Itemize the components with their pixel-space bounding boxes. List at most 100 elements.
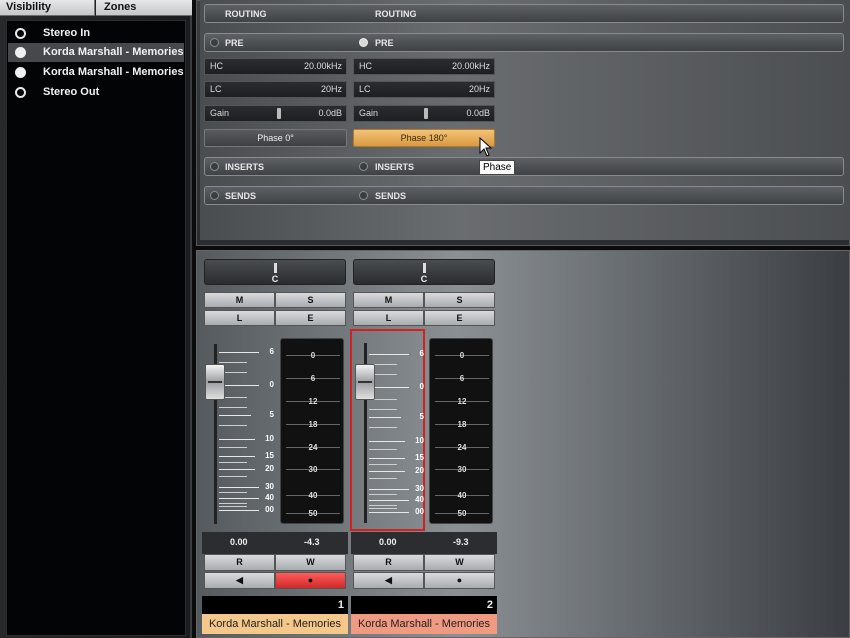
sends-bar[interactable]: SENDS SENDS: [204, 186, 844, 205]
visibility-item-stereo-in[interactable]: Stereo In: [8, 24, 184, 43]
meter-scale-label: 50: [308, 509, 318, 518]
fader-minor-tick: [369, 427, 397, 428]
fader-scale-tick: [219, 385, 259, 386]
tab-zones[interactable]: Zones: [96, 0, 192, 16]
fader-scale-label: 15: [415, 453, 424, 462]
pre-led-icon-1[interactable]: [210, 38, 219, 47]
channel-strip-2: C M S L E 6 0 5 10 15 20 30 40 00 0 6 12 18 24 30 40 50…: [350, 254, 497, 638]
gain-knob-icon[interactable]: [277, 108, 281, 119]
fader-minor-tick: [219, 425, 247, 426]
fader-scale-label: 40: [415, 495, 424, 504]
fader-scale-label: 0: [419, 382, 424, 391]
meter-scale-label: 0: [459, 351, 465, 360]
write-button[interactable]: W: [275, 554, 346, 571]
meter-scale-label: 0: [310, 351, 316, 360]
inserts-bar[interactable]: INSERTS INSERTS: [204, 157, 844, 176]
visibility-item-channel-1[interactable]: Korda Marshall - Memories: [8, 43, 184, 62]
channel-number: 2: [351, 596, 497, 614]
listen-button[interactable]: L: [204, 310, 275, 326]
fader-minor-tick: [369, 449, 397, 450]
fader-value[interactable]: 0.00: [230, 537, 248, 547]
pre-label-1: PRE: [225, 38, 244, 48]
fader-scale-tick: [369, 458, 405, 459]
pan-control[interactable]: C: [353, 259, 495, 285]
fader-scale-tick: [219, 415, 251, 416]
sends-led-icon-1[interactable]: [210, 191, 219, 200]
fader-minor-tick: [219, 447, 247, 448]
mute-button[interactable]: M: [204, 292, 275, 308]
pre-bar[interactable]: PRE PRE: [204, 33, 844, 52]
write-button[interactable]: W: [424, 554, 495, 571]
record-icon: ●: [307, 575, 314, 585]
meter-value[interactable]: -9.3: [453, 537, 469, 547]
volume-fader[interactable]: 6 0 5 10 15 20 30 40 00: [350, 329, 425, 531]
fader-scale-tick: [219, 352, 259, 353]
monitor-button[interactable]: ◀: [204, 572, 275, 589]
edit-button[interactable]: E: [424, 310, 495, 326]
read-button[interactable]: R: [353, 554, 424, 571]
pan-value: C: [420, 274, 428, 284]
sends-led-icon-2[interactable]: [359, 191, 368, 200]
lc-field-2[interactable]: LC 20Hz: [353, 81, 495, 98]
edit-button[interactable]: E: [275, 310, 346, 326]
lc-label: LC: [210, 84, 222, 94]
channel-name[interactable]: Korda Marshall - Memories: [202, 614, 348, 634]
gain-field-1[interactable]: Gain 0.0dB: [204, 105, 347, 122]
visibility-item-stereo-out[interactable]: Stereo Out: [8, 83, 184, 102]
fader-scale-label: 00: [415, 507, 424, 516]
solo-button[interactable]: S: [275, 292, 346, 308]
routing-bar[interactable]: ROUTING ROUTING: [204, 4, 844, 23]
hc-field-2[interactable]: HC 20.00kHz: [353, 58, 495, 75]
hc-field-1[interactable]: HC 20.00kHz: [204, 58, 347, 75]
gain-knob-icon[interactable]: [424, 108, 428, 119]
record-button[interactable]: ●: [275, 572, 346, 589]
pre-led-icon-2[interactable]: [359, 38, 368, 47]
meter-value[interactable]: -4.3: [304, 537, 320, 547]
pan-control[interactable]: C: [204, 259, 346, 285]
visibility-toggle-icon[interactable]: [15, 67, 26, 78]
record-button[interactable]: ●: [424, 572, 495, 589]
fader-handle[interactable]: [355, 364, 375, 400]
phase-button-2[interactable]: Phase 180°: [353, 129, 495, 147]
fader-scale-tick: [219, 439, 255, 440]
fader-scale-label: 30: [265, 482, 274, 491]
volume-fader[interactable]: 6 0 5 10 15 20 30 40 00: [202, 338, 277, 530]
lc-field-1[interactable]: LC 20Hz: [204, 81, 347, 98]
fader-scale-label: 00: [265, 505, 274, 514]
mute-button[interactable]: M: [353, 292, 424, 308]
phase-tooltip: Phase: [479, 160, 516, 175]
read-button[interactable]: R: [204, 554, 275, 571]
inserts-led-icon-2[interactable]: [359, 162, 368, 171]
hc-value: 20.00kHz: [451, 61, 490, 71]
routing-label-1: ROUTING: [225, 9, 267, 19]
fader-scale-tick: [369, 512, 409, 513]
fader-minor-tick: [369, 464, 397, 465]
meter-scale-label: 24: [457, 443, 467, 452]
meter-scale-label: 6: [310, 374, 316, 383]
pan-indicator: [274, 263, 277, 273]
listen-button[interactable]: L: [353, 310, 424, 326]
channel-name[interactable]: Korda Marshall - Memories: [351, 614, 497, 634]
value-row: 0.00 -9.3: [351, 532, 497, 554]
fader-minor-tick: [219, 462, 247, 463]
visibility-toggle-icon[interactable]: [15, 87, 26, 98]
meter-scale-label: 24: [308, 443, 318, 452]
visibility-toggle-icon[interactable]: [15, 28, 26, 39]
fader-value[interactable]: 0.00: [379, 537, 397, 547]
fader-minor-tick: [369, 505, 397, 506]
gain-field-2[interactable]: Gain 0.0dB: [353, 105, 495, 122]
visibility-item-label: Korda Marshall - Memories: [43, 46, 184, 58]
monitor-button[interactable]: ◀: [353, 572, 424, 589]
fader-handle[interactable]: [205, 364, 225, 400]
fader-minor-tick: [219, 503, 247, 504]
visibility-item-channel-2[interactable]: Korda Marshall - Memories: [8, 63, 184, 82]
solo-button[interactable]: S: [424, 292, 495, 308]
meter-scale-label: 40: [308, 491, 318, 500]
inserts-led-icon-1[interactable]: [210, 162, 219, 171]
tab-visibility[interactable]: Visibility: [0, 0, 95, 16]
level-meter: 0 6 12 18 24 30 40 50: [429, 338, 493, 524]
fader-scale-tick: [219, 510, 259, 511]
meter-scale-label: 18: [457, 420, 467, 429]
visibility-toggle-icon[interactable]: [15, 47, 26, 58]
phase-button-1[interactable]: Phase 0°: [204, 129, 347, 147]
